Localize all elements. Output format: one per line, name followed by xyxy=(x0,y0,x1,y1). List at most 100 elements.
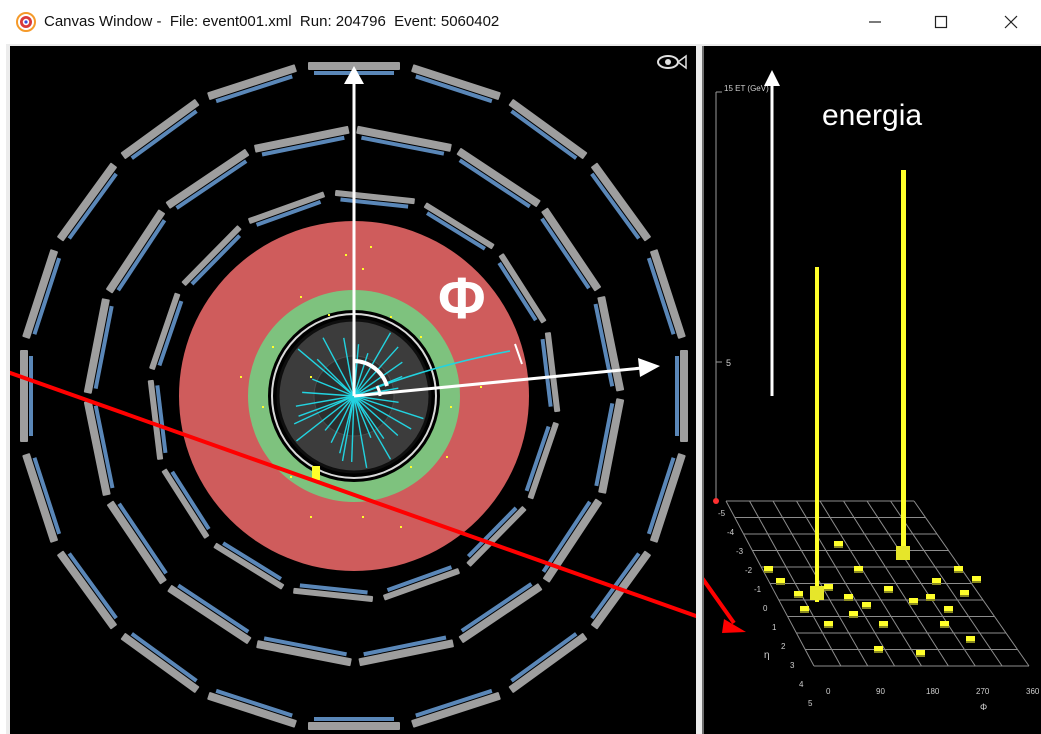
calo-hit xyxy=(362,516,364,518)
muon-chamber xyxy=(383,565,460,601)
lego-origin-marker xyxy=(713,498,719,504)
calo-hit xyxy=(328,314,330,316)
lego-block-side xyxy=(884,591,893,593)
eta-tick-label: -2 xyxy=(745,566,753,575)
lego-tower-left-base xyxy=(810,586,824,600)
lego-block-side xyxy=(764,571,773,573)
eta-tick-label: 2 xyxy=(781,642,786,651)
calo-hit xyxy=(240,376,242,378)
eta-tick-label: 3 xyxy=(790,661,795,670)
phi-tick-label: 360 xyxy=(1026,687,1040,696)
calo-hit xyxy=(345,254,347,256)
lego-tower-tall-left xyxy=(815,267,819,602)
lego-block-side xyxy=(909,603,918,605)
lego-block xyxy=(879,621,888,626)
muon-chamber xyxy=(83,400,115,496)
lego-block xyxy=(776,578,785,583)
lego-block xyxy=(926,594,935,599)
calo-hit xyxy=(290,476,292,478)
lego-block xyxy=(884,586,893,591)
calo-hit xyxy=(390,316,392,318)
phi-axis-label: Φ xyxy=(980,702,987,712)
eta-tick-labels: -5 -4 -3 -2 -1 0 1 2 3 4 5 xyxy=(718,509,813,708)
close-button[interactable] xyxy=(988,0,1034,44)
muon-chamber xyxy=(207,688,297,728)
eta-tick-label: -4 xyxy=(727,528,735,537)
calo-hit xyxy=(370,246,372,248)
phi-tick-label: 270 xyxy=(976,687,990,696)
muon-chamber xyxy=(254,125,350,157)
detector-xy-view[interactable]: Φ xyxy=(10,46,696,734)
lego-block xyxy=(944,606,953,611)
lego-block xyxy=(824,621,833,626)
lego-block-side xyxy=(824,589,833,591)
detector-xy-canvas[interactable]: Φ xyxy=(10,46,696,734)
muon-chamber xyxy=(57,162,118,242)
calo-cluster xyxy=(312,466,320,480)
lego-block xyxy=(966,636,975,641)
energy-arrowhead xyxy=(764,70,780,86)
muon-chamber xyxy=(334,190,415,209)
muon-chamber xyxy=(22,249,62,339)
muon-chamber xyxy=(308,717,400,730)
muon-chamber xyxy=(256,636,352,667)
muon-chamber xyxy=(593,296,625,392)
muon-chamber xyxy=(20,350,33,442)
eta-tick-label: 4 xyxy=(799,680,804,689)
lego-plot-view[interactable]: 15 ET (GeV) 5 -5 -4 -3 -2 -1 0 1 2 3 4 5 0 90 180 270… xyxy=(702,46,1041,734)
calo-hit xyxy=(410,466,412,468)
muon-chamber xyxy=(149,292,184,370)
maximize-button[interactable] xyxy=(918,0,964,44)
fish-eye-icon[interactable] xyxy=(657,54,687,70)
lego-block-side xyxy=(944,611,953,613)
energy-label: energia xyxy=(822,99,922,132)
muon-chamber xyxy=(458,582,543,643)
muon-chamber xyxy=(411,688,501,728)
muon-chamber xyxy=(524,422,559,500)
lego-grid xyxy=(725,500,1030,667)
calo-hit xyxy=(300,296,302,298)
lego-block xyxy=(834,541,843,546)
lego-tower-blocks xyxy=(764,541,981,657)
calo-hit xyxy=(362,268,364,270)
lego-block xyxy=(954,566,963,571)
lego-tower-right-base xyxy=(896,546,910,560)
calo-hit xyxy=(310,376,312,378)
eta-tick-label: -5 xyxy=(718,509,726,518)
eta-axis-label: η xyxy=(764,650,770,661)
lego-block-side xyxy=(849,616,858,618)
muon-chamber xyxy=(590,162,651,242)
muon-chamber xyxy=(57,550,118,630)
lego-block-side xyxy=(954,571,963,573)
lego-tower-tall-right xyxy=(901,170,906,558)
muon-chamber xyxy=(508,99,588,160)
lego-block xyxy=(844,594,853,599)
x-axis-arrowhead xyxy=(638,358,660,377)
minimize-button[interactable] xyxy=(852,0,898,44)
muon-chamber xyxy=(248,191,325,227)
lego-block xyxy=(794,591,803,596)
close-icon xyxy=(1004,15,1018,29)
lego-z-tick-label: 5 xyxy=(726,358,731,368)
lego-z-axis-label: 15 ET (GeV) xyxy=(724,84,769,93)
muon-chamber xyxy=(107,500,168,585)
phi-tick-label: 180 xyxy=(926,687,940,696)
atlantis-target-icon xyxy=(16,12,36,32)
calo-hit xyxy=(480,386,482,388)
calo-hit xyxy=(310,516,312,518)
muon-chamber xyxy=(411,64,501,104)
muon-chamber xyxy=(646,249,686,339)
muon-chamber xyxy=(646,453,686,543)
eta-tick-label: 1 xyxy=(772,623,777,632)
phi-tick-label: 0 xyxy=(826,687,831,696)
lego-block xyxy=(824,584,833,589)
calo-hit xyxy=(446,456,448,458)
lego-plot-canvas[interactable]: 15 ET (GeV) 5 -5 -4 -3 -2 -1 0 1 2 3 4 5 0 90 180 270… xyxy=(704,46,1041,734)
lego-block-side xyxy=(834,546,843,548)
lego-block xyxy=(764,566,773,571)
muon-chamber xyxy=(120,632,200,693)
muon-chamber xyxy=(358,635,454,667)
muon-chamber xyxy=(22,453,62,543)
calo-hit xyxy=(450,406,452,408)
title-bar: Canvas Window - File: event001.xml Run: … xyxy=(0,0,1041,44)
